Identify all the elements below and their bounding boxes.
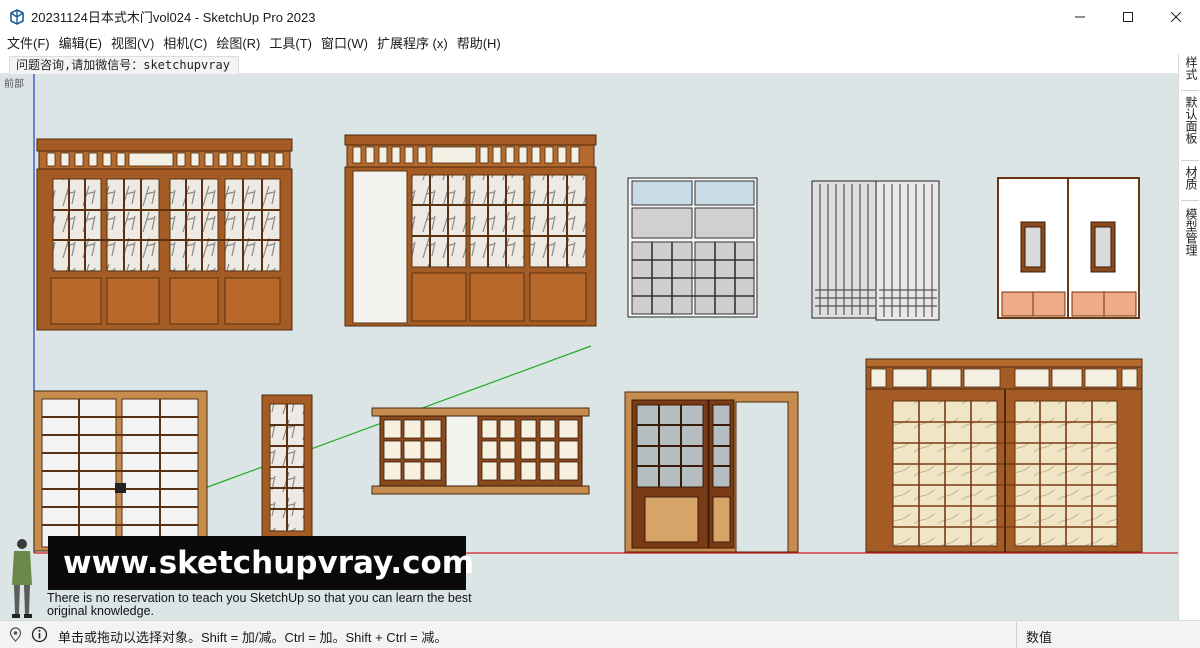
title-bar: 20231124日本式木门vol024 - SketchUp Pro 2023 bbox=[0, 0, 1200, 33]
info-icon[interactable] bbox=[31, 626, 48, 643]
maximize-icon bbox=[1123, 11, 1133, 22]
toolbar-message: 问题咨询,请加微信号：sketchupvray bbox=[9, 56, 239, 74]
minimize-button[interactable] bbox=[1056, 0, 1104, 33]
window-model-8[interactable] bbox=[371, 407, 590, 495]
tray-tab-styles[interactable]: 样式 bbox=[1181, 56, 1199, 80]
menu-bar: 文件(F) 编辑(E) 视图(V) 相机(C) 绘图(R) 工具(T) 窗口(W… bbox=[0, 33, 1200, 54]
menu-draw[interactable]: 绘图(R) bbox=[212, 33, 264, 54]
tray-divider bbox=[1181, 90, 1199, 91]
toolbar-strip: 问题咨询,请加微信号：sketchupvray bbox=[0, 54, 1178, 74]
sketchup-logo-icon bbox=[10, 8, 24, 25]
door-model-9[interactable] bbox=[624, 391, 799, 553]
menu-window[interactable]: 窗口(W) bbox=[317, 33, 372, 54]
maximize-button[interactable] bbox=[1104, 0, 1152, 33]
close-button[interactable] bbox=[1152, 0, 1200, 33]
tray-tab-materials[interactable]: 材质 bbox=[1181, 166, 1199, 190]
status-bar: 单击或拖动以选择对象。Shift = 加/减。Ctrl = 加。Shift + … bbox=[0, 620, 1200, 648]
menu-tools[interactable]: 工具(T) bbox=[265, 33, 316, 54]
door-model-4[interactable] bbox=[811, 180, 940, 321]
watermark-caption: There is no reservation to teach you Ske… bbox=[47, 591, 472, 618]
menu-extensions[interactable]: 扩展程序 (x) bbox=[373, 33, 452, 54]
close-icon bbox=[1171, 11, 1181, 22]
menu-help[interactable]: 帮助(H) bbox=[453, 33, 505, 54]
minimize-icon bbox=[1075, 16, 1085, 17]
menu-edit[interactable]: 编辑(E) bbox=[55, 33, 106, 54]
tray-divider bbox=[1181, 200, 1199, 201]
scene-tab-label[interactable]: 前部 bbox=[4, 75, 24, 90]
watermark-banner: www.sketchupvray.com bbox=[48, 536, 474, 590]
default-tray: 样式 默认面板 材质 模型管理 bbox=[1178, 54, 1200, 620]
scale-figure[interactable] bbox=[12, 539, 32, 618]
menu-camera[interactable]: 相机(C) bbox=[159, 33, 211, 54]
door-model-10[interactable] bbox=[865, 358, 1143, 553]
menu-view[interactable]: 视图(V) bbox=[107, 33, 158, 54]
menu-file[interactable]: 文件(F) bbox=[3, 33, 54, 54]
geolocation-icon[interactable] bbox=[7, 626, 24, 643]
measurements-box[interactable]: 数值 bbox=[1016, 622, 1200, 648]
window-title: 20231124日本式木门vol024 - SketchUp Pro 2023 bbox=[31, 10, 316, 25]
door-model-7[interactable] bbox=[261, 394, 313, 538]
status-hint: 单击或拖动以选择对象。Shift = 加/减。Ctrl = 加。Shift + … bbox=[58, 630, 448, 645]
door-model-1[interactable] bbox=[36, 138, 293, 331]
door-model-5[interactable] bbox=[997, 177, 1140, 319]
door-model-6[interactable] bbox=[33, 390, 208, 552]
modeling-viewport[interactable]: 前部 www.sketchupvray.com There is no rese… bbox=[0, 74, 1178, 620]
tray-divider bbox=[1181, 160, 1199, 161]
tray-tab-outliner[interactable]: 模型管理 bbox=[1181, 208, 1199, 256]
door-model-2[interactable] bbox=[344, 134, 597, 327]
measurements-label: 数值 bbox=[1026, 630, 1053, 645]
tray-tab-default-panel[interactable]: 默认面板 bbox=[1181, 96, 1199, 144]
door-model-3[interactable] bbox=[627, 177, 758, 318]
